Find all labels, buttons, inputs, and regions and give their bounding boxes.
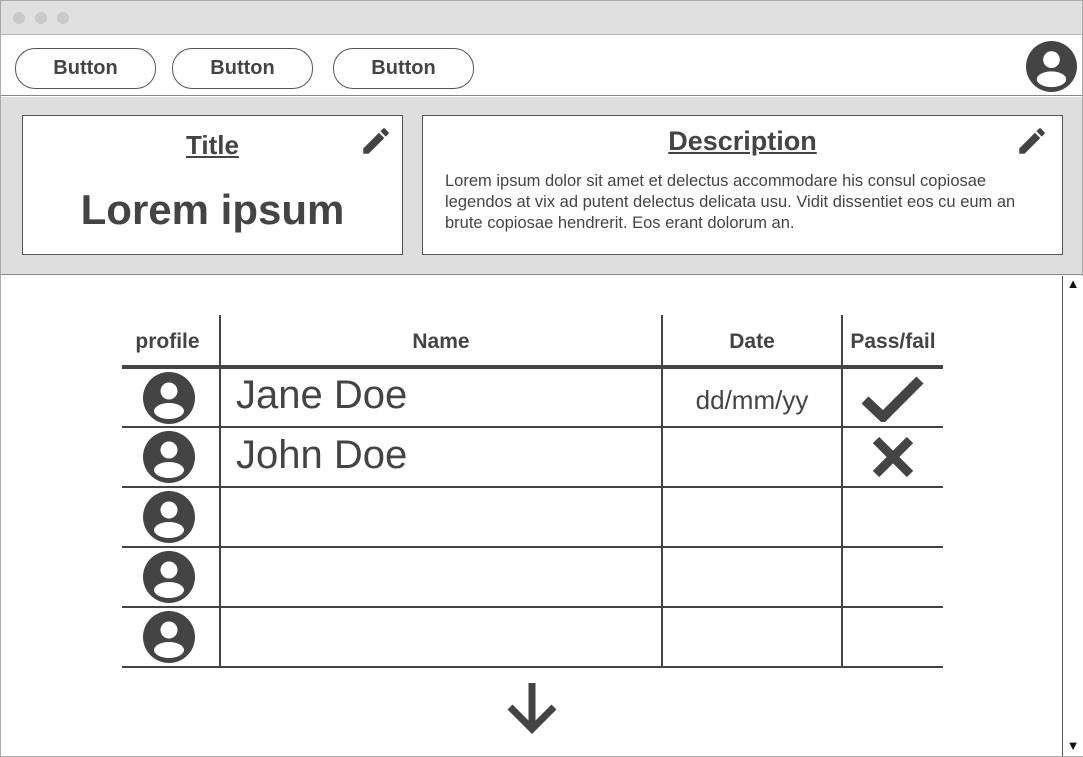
pencil-icon[interactable] <box>1015 124 1049 158</box>
app-window: Button Button Button Title Lorem ipsum D… <box>0 0 1083 757</box>
pass-fail-cell <box>841 367 943 428</box>
date-cell <box>661 427 842 488</box>
profile-cell <box>122 547 220 608</box>
window-control-close[interactable] <box>13 12 25 24</box>
header-band: Title Lorem ipsum Description Lorem ipsu… <box>1 97 1082 275</box>
window-control-minimize[interactable] <box>35 12 47 24</box>
table-row[interactable]: Jane Doe dd/mm/yy <box>122 367 943 428</box>
user-circle-icon[interactable] <box>1026 41 1077 92</box>
column-header-pass-fail: Pass/fail <box>841 315 943 367</box>
x-mark-icon <box>872 436 914 478</box>
table-row[interactable] <box>122 547 943 608</box>
content-area: profile Name Date Pass/fail Jane Doe dd/… <box>1 276 1062 756</box>
arrow-down-icon[interactable] <box>506 680 558 735</box>
description-card: Description Lorem ipsum dolor sit amet e… <box>422 115 1063 255</box>
scroll-down-arrow-icon[interactable]: ▼ <box>1063 738 1083 754</box>
profile-cell <box>122 367 220 428</box>
toolbar-button-3[interactable]: Button <box>333 48 474 89</box>
window-control-maximize[interactable] <box>57 12 69 24</box>
toolbar: Button Button Button <box>1 36 1082 96</box>
date-cell <box>661 547 842 608</box>
pass-fail-cell <box>841 607 943 668</box>
vertical-scrollbar[interactable]: ▲ ▼ <box>1062 276 1083 756</box>
name-cell: Jane Doe <box>219 367 662 428</box>
table-row[interactable]: John Doe <box>122 427 943 488</box>
title-value: Lorem ipsum <box>80 186 345 233</box>
title-card: Title Lorem ipsum <box>22 115 403 255</box>
checkmark-icon <box>862 375 924 422</box>
toolbar-button-1[interactable]: Button <box>15 48 156 89</box>
name-cell <box>219 547 662 608</box>
pass-fail-cell <box>841 427 943 488</box>
user-circle-icon[interactable] <box>142 371 195 424</box>
name-cell: John Doe <box>219 427 662 488</box>
table-header-row: profile Name Date Pass/fail <box>122 315 943 367</box>
date-cell <box>661 487 842 548</box>
name-cell <box>219 607 662 668</box>
results-table: profile Name Date Pass/fail Jane Doe dd/… <box>122 315 943 668</box>
user-circle-icon[interactable] <box>142 611 195 663</box>
column-header-profile: profile <box>135 330 200 353</box>
profile-cell <box>122 487 220 548</box>
scroll-up-arrow-icon[interactable]: ▲ <box>1063 276 1083 292</box>
pencil-icon[interactable] <box>359 124 393 158</box>
user-circle-icon[interactable] <box>142 551 195 603</box>
profile-cell <box>122 607 220 668</box>
description-text: Lorem ipsum dolor sit amet et delectus a… <box>445 172 1016 232</box>
name-cell <box>219 487 662 548</box>
user-circle-icon[interactable] <box>142 431 195 483</box>
title-heading: Title <box>186 130 239 160</box>
date-cell: dd/mm/yy <box>661 367 842 428</box>
column-header-name: Name <box>219 315 662 367</box>
column-header-date: Date <box>661 315 842 367</box>
profile-cell <box>122 427 220 488</box>
table-row[interactable] <box>122 607 943 668</box>
user-circle-icon[interactable] <box>142 491 195 543</box>
pass-fail-cell <box>841 487 943 548</box>
description-heading: Description <box>668 126 817 156</box>
table-row[interactable] <box>122 487 943 548</box>
toolbar-button-2[interactable]: Button <box>172 48 313 89</box>
date-cell <box>661 607 842 668</box>
window-titlebar <box>1 1 1082 35</box>
pass-fail-cell <box>841 547 943 608</box>
